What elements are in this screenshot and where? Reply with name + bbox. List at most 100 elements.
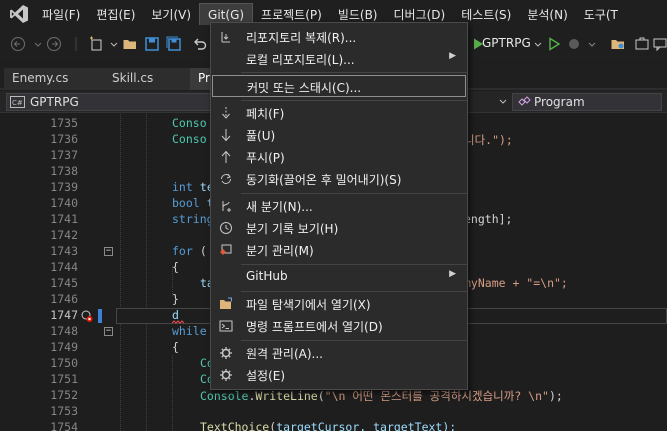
code-text: {: [172, 340, 179, 354]
forward-icon[interactable]: [46, 36, 62, 52]
line-number: 1736: [50, 132, 78, 146]
line-number: 1744: [50, 260, 78, 274]
line-number: 1741: [50, 212, 78, 226]
run-target-label[interactable]: GPTRPG: [482, 36, 531, 50]
code-line: 1753: [0, 404, 667, 420]
menu-separator: [241, 72, 467, 73]
menu-item-pull[interactable]: 풀(U): [212, 124, 466, 146]
line-number: 1738: [50, 164, 78, 178]
menu-item-commit-or-stash[interactable]: 커밋 또는 스태시(C)...: [212, 75, 466, 97]
menu-tools[interactable]: 도구(T: [576, 3, 626, 25]
gear-icon: [218, 367, 234, 383]
start-without-debugging-icon[interactable]: [546, 36, 562, 52]
chevron-down-icon[interactable]: [584, 36, 600, 52]
code-text: TextChoice(targetCursor, targetText);: [200, 420, 456, 431]
menu-item-local-repositories[interactable]: 로컬 리포지토리(L)... ▶: [212, 48, 466, 70]
menu-item-manage-remotes[interactable]: 원격 관리(A)...: [212, 342, 466, 364]
undo-icon[interactable]: [192, 36, 208, 52]
collapse-toggle[interactable]: −: [104, 247, 113, 256]
pull-icon: [218, 127, 234, 143]
menu-analyze[interactable]: 분석(N): [519, 3, 575, 25]
code-text: 니다.");: [464, 133, 513, 147]
menu-item-open-in-command-prompt[interactable]: 명령 프롬프트에서 열기(D): [212, 315, 466, 337]
edit-marker-icon: [98, 309, 102, 323]
menu-separator: [241, 340, 467, 341]
folder-open-icon: [218, 296, 234, 312]
chevron-down-icon[interactable]: [498, 97, 508, 107]
menu-item-github[interactable]: GitHub ▶: [212, 266, 466, 288]
project-combo-label: GPTRPG: [30, 95, 79, 109]
menu-item-sync[interactable]: 동기화(끌어온 후 밀어내기)(S): [212, 168, 466, 190]
save-icon[interactable]: [144, 36, 160, 52]
code-text: }: [172, 292, 179, 306]
chevron-down-icon[interactable]: [30, 36, 46, 52]
line-number: 1747: [50, 308, 78, 322]
menu-item-manage-branches[interactable]: 분기 관리(M): [212, 239, 466, 261]
menu-item-label: 리포지토리 복제(R)...: [246, 31, 357, 45]
menu-item-label: 분기 관리(M): [246, 244, 314, 258]
line-number: 1753: [50, 404, 78, 418]
menu-item-label: 페치(F): [246, 107, 285, 121]
menu-item-open-in-file-explorer[interactable]: 파일 탐색기에서 열기(X): [212, 293, 466, 315]
new-project-icon[interactable]: [88, 36, 104, 52]
comment-icon[interactable]: [652, 36, 667, 52]
project-combo[interactable]: C# GPTRPG: [6, 93, 211, 111]
menu-separator: [241, 291, 467, 292]
code-keyword: bool: [172, 196, 200, 210]
line-number: 1750: [50, 356, 78, 370]
chevron-down-icon[interactable]: [106, 36, 122, 52]
menu-file[interactable]: 파일(F): [34, 3, 88, 25]
line-number: 1735: [50, 116, 78, 130]
menu-item-push[interactable]: 푸시(P): [212, 146, 466, 168]
class-icon: [518, 96, 531, 106]
line-number: 1742: [50, 228, 78, 242]
menu-item-fetch[interactable]: 페치(F): [212, 102, 466, 124]
code-text: Console.WriteLine("\n 어떤 몬스터를 공격하시겠습니까? …: [200, 389, 563, 403]
hot-reload-icon[interactable]: [566, 36, 582, 52]
chevron-down-icon[interactable]: [530, 36, 546, 52]
save-all-icon[interactable]: [166, 36, 182, 52]
history-icon: [218, 220, 234, 236]
tab-enemy-cs[interactable]: Enemy.cs: [4, 68, 104, 90]
code-text: (: [193, 244, 207, 258]
line-number: 1754: [50, 420, 78, 431]
menu-item-view-branch-history[interactable]: 분기 기록 보기(H): [212, 217, 466, 239]
collapse-toggle[interactable]: −: [104, 327, 113, 336]
back-icon[interactable]: [10, 36, 26, 52]
menu-item-new-branch[interactable]: 새 분기(N)...: [212, 195, 466, 217]
menu-separator: [241, 264, 467, 265]
error-lightbulb-icon[interactable]: [80, 309, 94, 323]
menu-edit[interactable]: 편집(E): [88, 3, 143, 25]
separator-icon: [75, 37, 77, 51]
line-number: 1739: [50, 180, 78, 194]
line-number: 1751: [50, 372, 78, 386]
menu-item-label: 커밋 또는 스태시(C)...: [247, 81, 362, 95]
code-method: TextChoice: [200, 420, 270, 431]
menu-item-label: 설정(E): [246, 369, 286, 383]
code-text: {: [172, 260, 179, 274]
line-number: 1748: [50, 324, 78, 338]
toolbox-icon[interactable]: [634, 36, 650, 52]
submenu-arrow-icon: ▶: [449, 269, 456, 279]
menu-view[interactable]: 보기(V): [143, 3, 199, 25]
menu-separator: [241, 100, 467, 101]
code-text: ength];: [464, 212, 513, 226]
visual-studio-logo-icon[interactable]: [4, 0, 34, 28]
menu-item-label: 분기 기록 보기(H): [246, 222, 339, 236]
menu-item-label: 동기화(끌어온 후 밀어내기)(S): [246, 173, 402, 187]
code-keyword: for: [172, 244, 193, 258]
menu-item-label: 새 분기(N)...: [246, 200, 313, 214]
member-combo[interactable]: Program: [512, 93, 662, 111]
git-menu-dropdown: 리포지토리 복제(R)... 로컬 리포지토리(L)... ▶ 커밋 또는 스태…: [210, 22, 468, 390]
solution-explorer-icon[interactable]: [610, 36, 626, 52]
menu-item-clone-repository[interactable]: 리포지토리 복제(R)...: [212, 26, 466, 48]
menu-item-settings[interactable]: 설정(E): [212, 364, 466, 386]
code-text: Conso: [172, 132, 207, 146]
code-string: "\n 어떤 몬스터를 공격하시겠습니까? \n": [324, 389, 549, 403]
tab-skill-cs[interactable]: Skill.cs: [104, 68, 190, 90]
line-number: 1743: [50, 244, 78, 258]
line-number: 1737: [50, 148, 78, 162]
open-folder-icon[interactable]: [122, 36, 138, 52]
csharp-project-icon: C#: [10, 96, 25, 108]
menu-item-label: 로컬 리포지토리(L)...: [246, 53, 355, 67]
